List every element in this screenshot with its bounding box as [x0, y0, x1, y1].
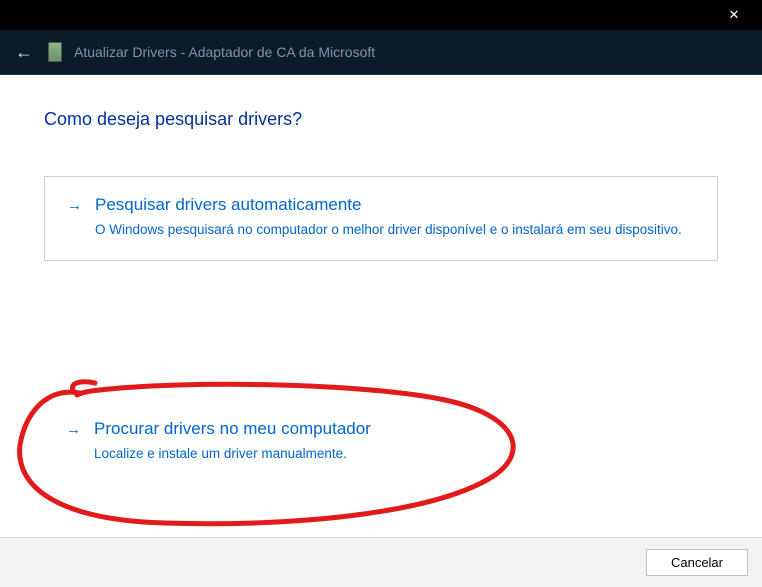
titlebar: ✕: [0, 0, 762, 30]
page-title: Como deseja pesquisar drivers?: [44, 109, 718, 130]
option-title: Pesquisar drivers automaticamente: [95, 195, 361, 215]
option-head: → Pesquisar drivers automaticamente: [67, 195, 695, 215]
header-title: Atualizar Drivers - Adaptador de CA da M…: [74, 44, 375, 60]
content-area: Como deseja pesquisar drivers? → Pesquis…: [0, 75, 762, 537]
option-title: Procurar drivers no meu computador: [94, 419, 371, 439]
device-icon: [48, 42, 62, 62]
footer-bar: Cancelar: [0, 537, 762, 587]
header-bar: ← Atualizar Drivers - Adaptador de CA da…: [0, 30, 762, 75]
close-icon[interactable]: ✕: [722, 7, 746, 23]
arrow-right-icon: →: [67, 197, 85, 214]
option-browse-computer[interactable]: → Procurar drivers no meu computador Loc…: [44, 413, 718, 484]
option-description: O Windows pesquisará no computador o mel…: [67, 221, 695, 240]
option-head: → Procurar drivers no meu computador: [66, 419, 696, 439]
back-arrow-icon[interactable]: ←: [12, 42, 36, 63]
cancel-button[interactable]: Cancelar: [646, 549, 748, 576]
option-description: Localize e instale um driver manualmente…: [66, 445, 696, 464]
arrow-right-icon: →: [66, 421, 84, 438]
option-search-automatically[interactable]: → Pesquisar drivers automaticamente O Wi…: [44, 176, 718, 261]
